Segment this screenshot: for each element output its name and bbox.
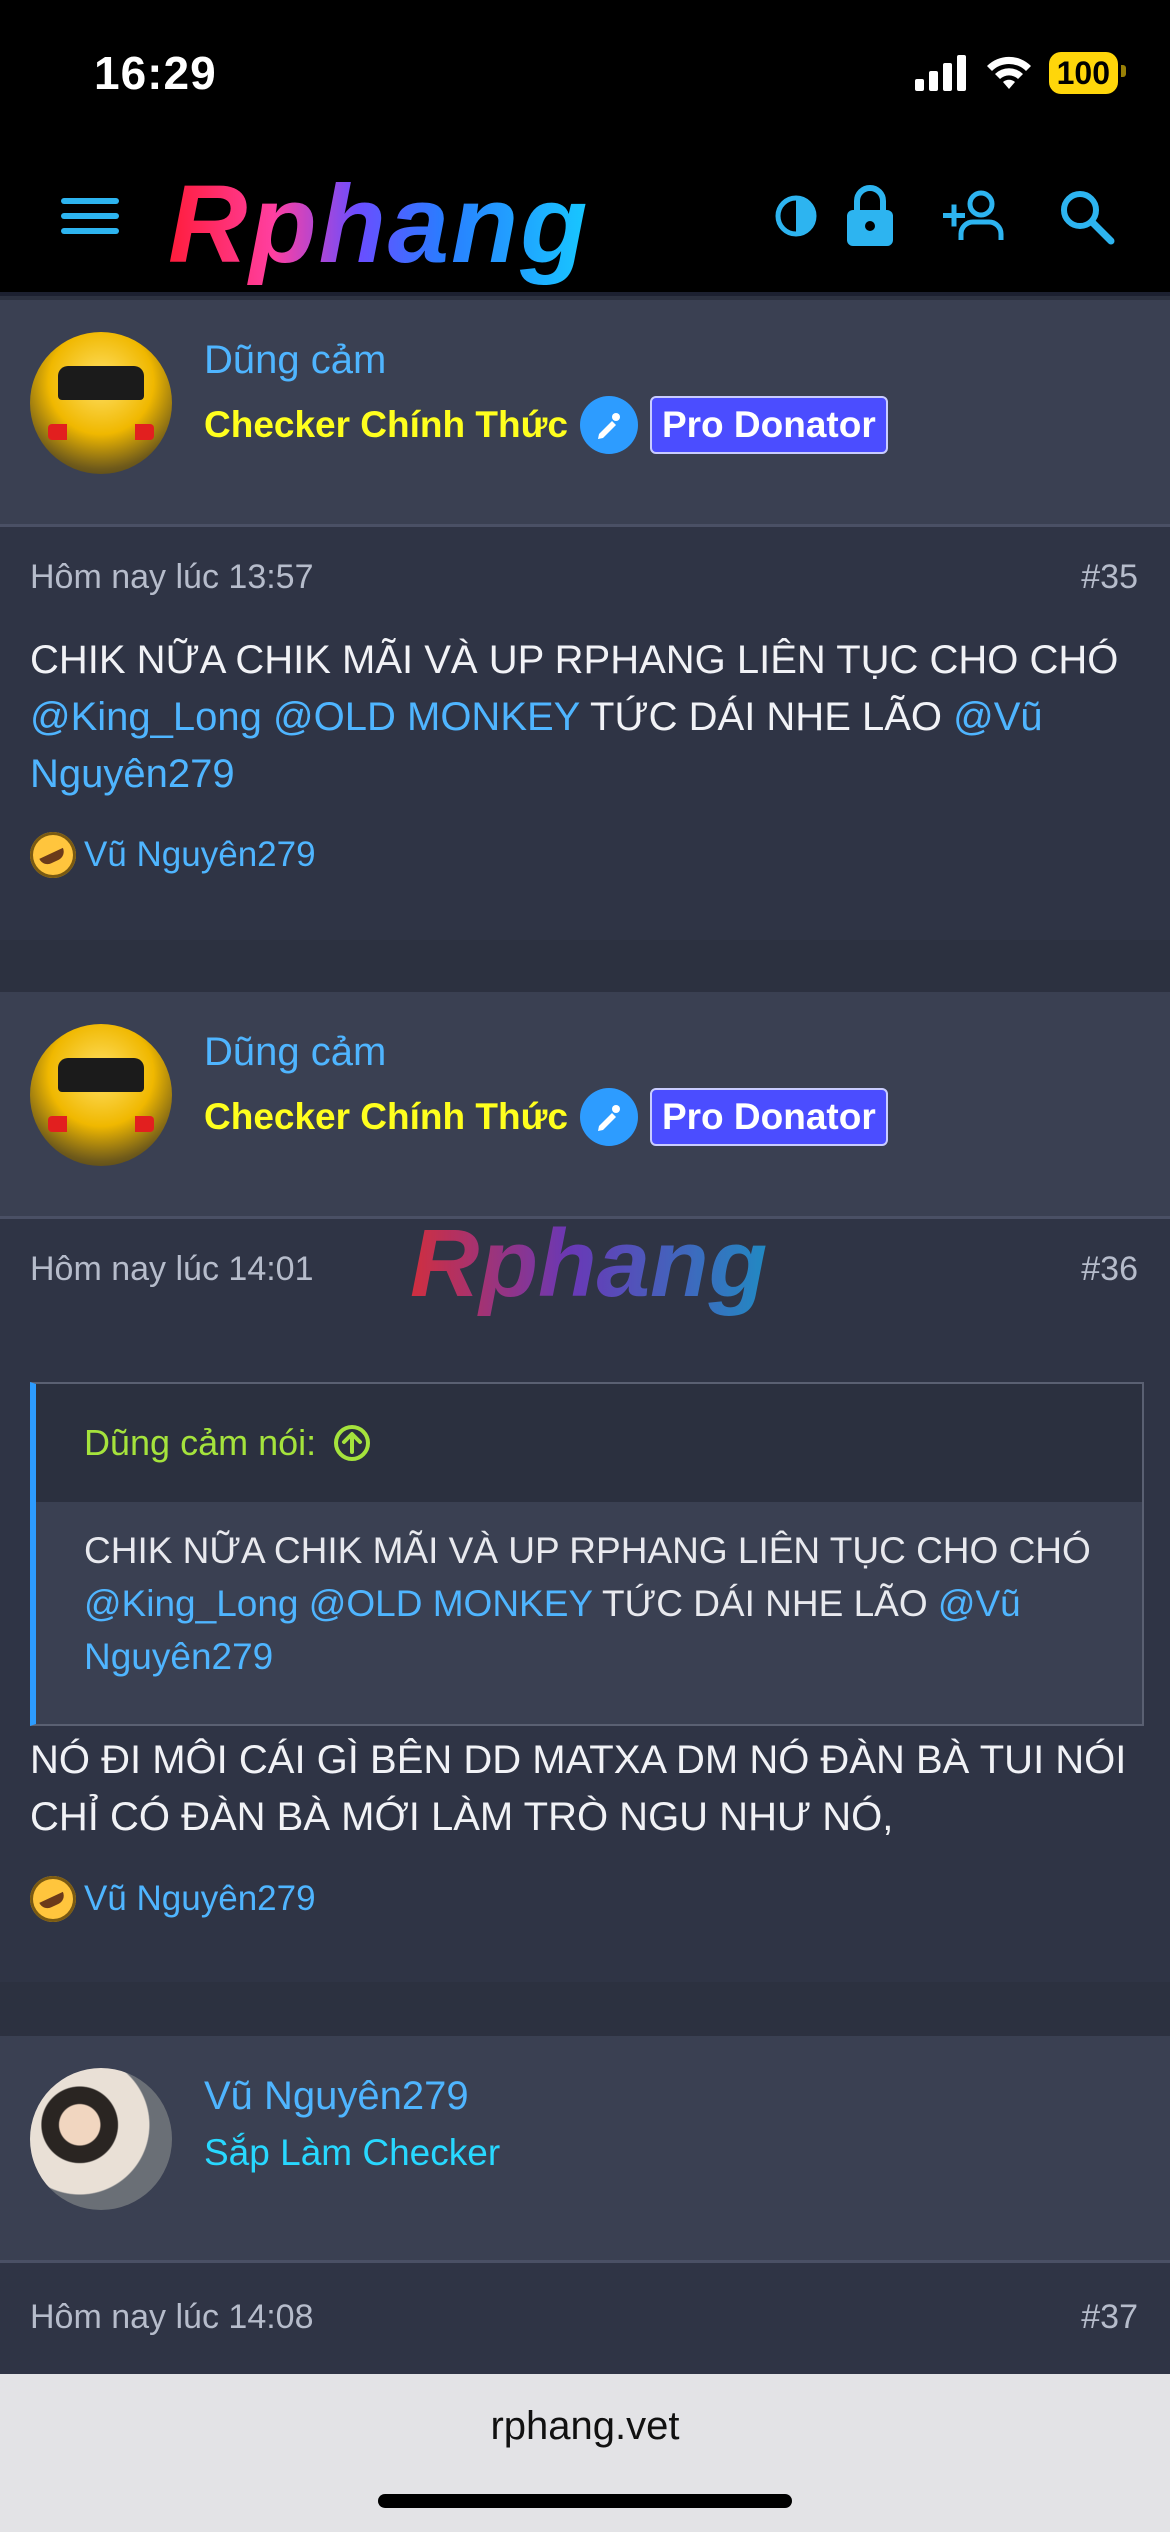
user-role-label: Checker Chính Thức	[204, 404, 568, 445]
theme-toggle-button[interactable]	[766, 180, 826, 252]
mention-link[interactable]: @King_Long	[30, 695, 262, 739]
quote-content: CHIK NỮA CHIK MÃI VÀ UP RPHANG LIÊN TỤC …	[36, 1502, 1142, 1705]
login-button[interactable]	[840, 180, 900, 252]
pro-donator-badge: Pro Donator	[649, 1088, 888, 1146]
user-role-label: Checker Chính Thức	[204, 1096, 568, 1137]
register-button[interactable]	[940, 180, 1012, 252]
reaction-summary[interactable]: Vũ Nguyên279	[30, 832, 316, 878]
post-text: CHIK NỮA CHIK MÃI VÀ UP RPHANG LIÊN TỤC …	[30, 638, 1119, 682]
post-text: TỨC DÁI NHE LÃO	[579, 695, 954, 739]
contrast-icon	[775, 195, 817, 237]
quote-author: Dũng cảm nói:	[84, 1422, 317, 1463]
mention-link[interactable]: @OLD MONKEY	[273, 695, 580, 739]
post-username[interactable]: Dũng cảm	[204, 1030, 386, 1075]
avatar[interactable]	[30, 332, 172, 474]
quote-block: Dũng cảm nói: CHIK NỮA CHIK MÃI VÀ UP RP…	[30, 1382, 1144, 1726]
avatar[interactable]	[30, 2068, 172, 2210]
checker-badge-icon	[579, 396, 638, 454]
status-time: 16:29	[94, 47, 217, 99]
watermark-logo: Rphang	[410, 1210, 768, 1317]
post-37: Vũ Nguyên279 Sắp Làm Checker Hôm nay lúc…	[0, 2036, 1170, 2376]
post-timestamp[interactable]: Hôm nay lúc 13:57	[30, 558, 314, 597]
quote-header[interactable]: Dũng cảm nói:	[36, 1384, 1142, 1502]
search-icon	[1061, 191, 1115, 245]
laugh-reaction-icon	[30, 1876, 76, 1922]
search-button[interactable]	[1050, 180, 1122, 252]
post-timestamp[interactable]: Hôm nay lúc 14:08	[30, 2298, 314, 2337]
post-username[interactable]: Dũng cảm	[204, 338, 386, 383]
lock-icon	[847, 185, 893, 246]
post-content: CHIK NỮA CHIK MÃI VÀ UP RPHANG LIÊN TỤC …	[30, 632, 1140, 803]
reaction-user[interactable]: Vũ Nguyên279	[84, 1879, 316, 1919]
url-text[interactable]: rphang.vet	[0, 2404, 1170, 2449]
post-author-header: Dũng cảm Checker Chính Thức Pro Donator	[0, 992, 1170, 1219]
user-title: Checker Chính Thức Pro Donator	[204, 396, 888, 454]
post-number[interactable]: #35	[1081, 558, 1138, 597]
laugh-reaction-icon	[30, 832, 76, 878]
post-number[interactable]: #37	[1081, 2298, 1138, 2337]
post-36: Dũng cảm Checker Chính Thức Pro Donator …	[0, 992, 1170, 1982]
post-content: NÓ ĐI MÔI CÁI GÌ BÊN DD MATXA DM NÓ ĐÀN …	[30, 1738, 1127, 1839]
post-number[interactable]: #36	[1081, 1250, 1138, 1289]
add-user-icon	[943, 190, 1004, 240]
post-author-header: Vũ Nguyên279 Sắp Làm Checker	[0, 2036, 1170, 2263]
post-author-header: Dũng cảm Checker Chính Thức Pro Donator	[0, 300, 1170, 527]
reaction-summary[interactable]: Vũ Nguyên279	[30, 1876, 316, 1922]
reaction-user[interactable]: Vũ Nguyên279	[84, 835, 316, 875]
hamburger-icon	[61, 198, 119, 234]
site-logo[interactable]: Rphang	[168, 170, 589, 280]
signal-icon	[914, 55, 966, 91]
browser-url-bar: rphang.vet	[0, 2374, 1170, 2532]
status-bar: 16:29 100	[0, 0, 1170, 140]
quote-text: CHIK NỮA CHIK MÃI VÀ UP RPHANG LIÊN TỤC …	[84, 1530, 1091, 1571]
battery-indicator: 100	[1048, 52, 1127, 94]
checker-badge-icon	[579, 1088, 638, 1146]
user-title: Checker Chính Thức Pro Donator	[204, 1088, 888, 1146]
pro-donator-badge: Pro Donator	[649, 396, 888, 454]
post-timestamp[interactable]: Hôm nay lúc 14:01	[30, 1250, 314, 1289]
user-title: Sắp Làm Checker	[204, 2132, 500, 2174]
mention-link[interactable]: @OLD MONKEY	[309, 1583, 593, 1624]
quote-text: TỨC DÁI NHE LÃO	[592, 1583, 938, 1624]
mention-link[interactable]: @King_Long	[84, 1583, 299, 1624]
home-indicator[interactable]	[378, 2494, 792, 2508]
avatar[interactable]	[30, 1024, 172, 1166]
post-username[interactable]: Vũ Nguyên279	[204, 2074, 469, 2119]
arrow-up-circle-icon[interactable]	[332, 1423, 372, 1463]
status-icons: 100	[914, 46, 1127, 100]
wifi-icon	[986, 56, 1031, 89]
top-nav: Rphang	[0, 140, 1170, 296]
user-role-label: Sắp Làm Checker	[204, 2132, 501, 2173]
post-35: Dũng cảm Checker Chính Thức Pro Donator …	[0, 300, 1170, 940]
menu-button[interactable]	[54, 180, 126, 252]
